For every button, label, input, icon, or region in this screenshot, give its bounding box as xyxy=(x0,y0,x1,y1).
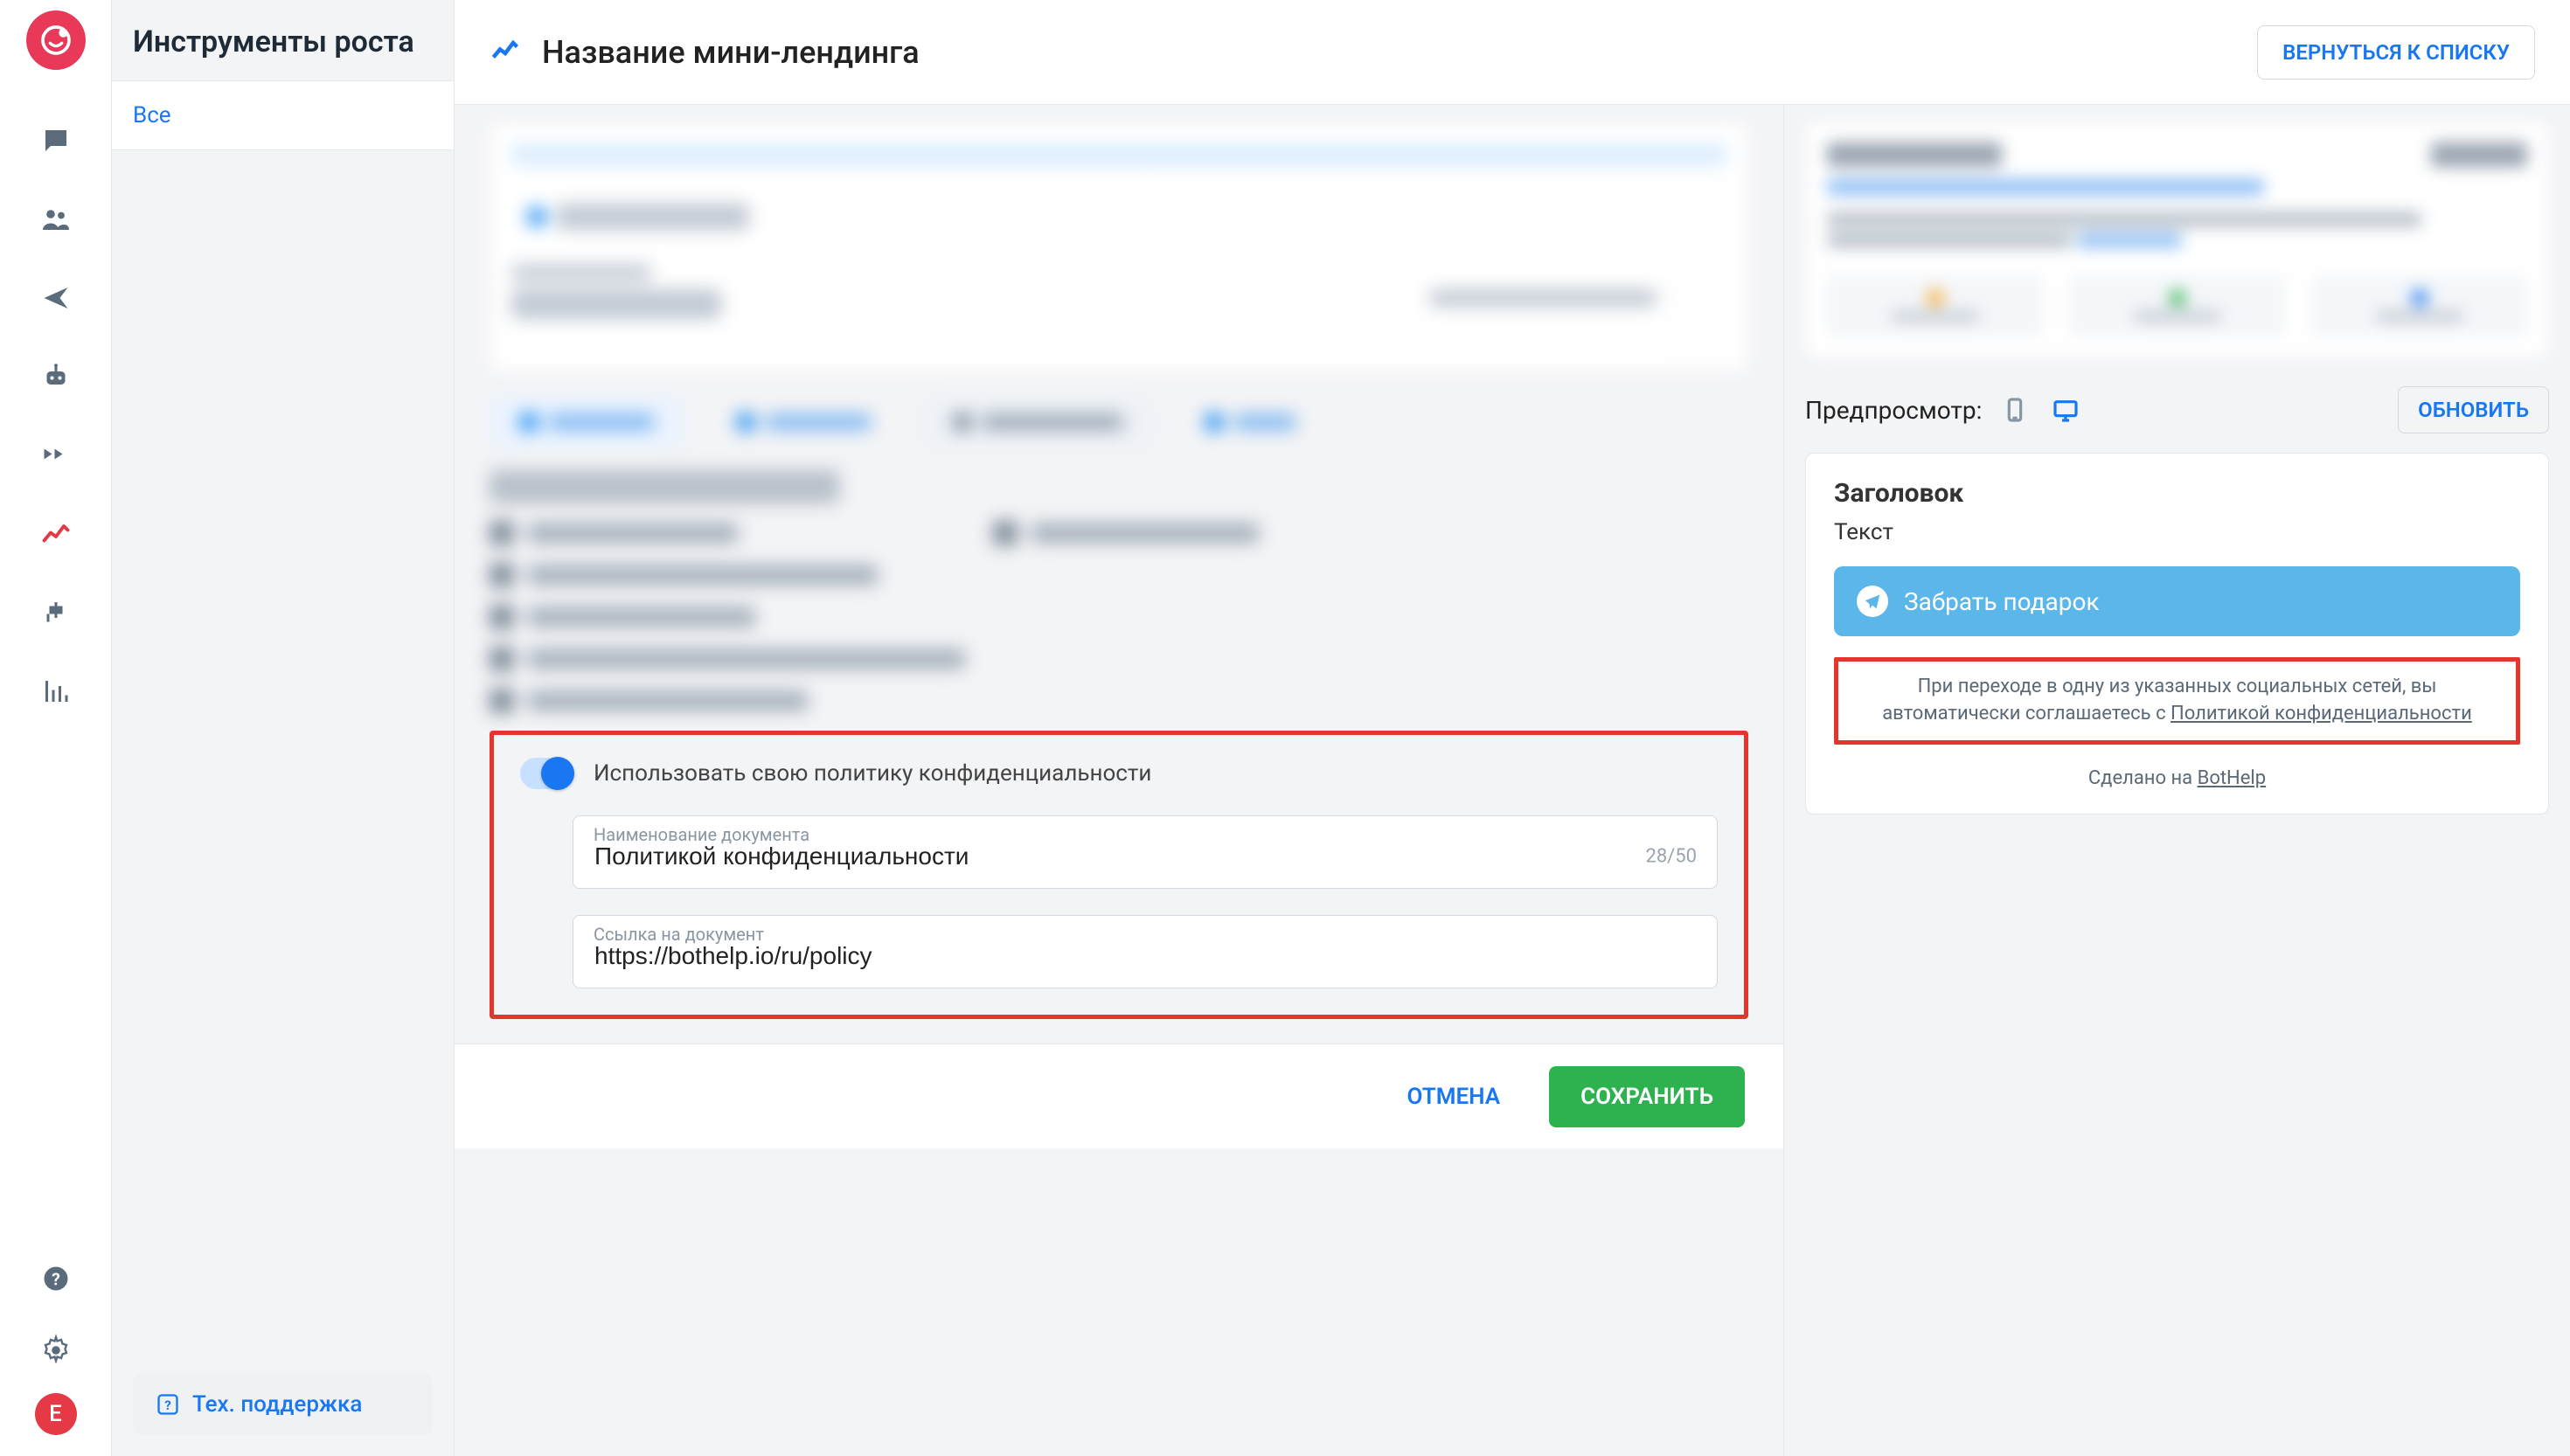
trend-icon xyxy=(490,35,521,70)
preview-label: Предпросмотр: xyxy=(1805,396,1982,425)
app-logo[interactable] xyxy=(26,10,86,70)
nav-plugin-icon[interactable] xyxy=(0,573,112,652)
editor-footer: ОТМЕНА СОХРАНИТЬ xyxy=(455,1043,1783,1148)
back-to-list-button[interactable]: ВЕРНУТЬСЯ К СПИСКУ xyxy=(2257,25,2535,80)
doclink-field-label: Ссылка на документ xyxy=(594,924,764,945)
docname-field-label: Наименование документа xyxy=(594,824,809,845)
preview-made-on: Сделано на BotHelp xyxy=(1834,767,2520,789)
preview-card: Заголовок Текст Забрать подарок При пере… xyxy=(1805,453,2549,815)
save-button[interactable]: СОХРАНИТЬ xyxy=(1549,1066,1745,1127)
preview-made-text: Сделано на xyxy=(2088,767,2198,789)
support-label: Тех. поддержка xyxy=(192,1391,362,1418)
nav-help-icon[interactable]: ? xyxy=(0,1243,112,1314)
blurred-summary-card xyxy=(1805,121,2549,358)
support-button[interactable]: ? Тех. поддержка xyxy=(133,1374,433,1435)
nav-settings-icon[interactable] xyxy=(0,1314,112,1386)
docname-counter: 28/50 xyxy=(1645,846,1697,868)
use-own-policy-toggle[interactable] xyxy=(520,758,574,789)
left-panel-title: Инструменты роста xyxy=(112,0,454,80)
user-avatar[interactable]: E xyxy=(35,1393,77,1435)
preview-toolbar: Предпросмотр: ОБНОВИТЬ xyxy=(1805,379,2549,453)
device-desktop-icon[interactable] xyxy=(2048,392,2083,427)
preview-text: Текст xyxy=(1834,519,2520,545)
page-title: Название мини-лендинга xyxy=(542,34,920,71)
preview-cta-label: Забрать подарок xyxy=(1904,587,2100,616)
nav-analytics-icon[interactable] xyxy=(0,652,112,731)
cancel-button[interactable]: ОТМЕНА xyxy=(1385,1068,1524,1126)
svg-text:?: ? xyxy=(164,1397,171,1413)
svg-text:?: ? xyxy=(52,1270,60,1290)
preview-cta-button[interactable]: Забрать подарок xyxy=(1834,566,2520,636)
telegram-icon xyxy=(1857,586,1888,617)
nav-chats-icon[interactable] xyxy=(0,101,112,180)
policy-settings-box: Использовать свою политику конфиденциаль… xyxy=(490,731,1748,1019)
blurred-chips xyxy=(490,397,1748,447)
preview-heading: Заголовок xyxy=(1834,478,2520,509)
preview-consent-box: При переходе в одну из указанных социаль… xyxy=(1834,657,2520,745)
left-panel: Инструменты роста Все ? Тех. поддержка xyxy=(112,0,455,1456)
preview-consent-link[interactable]: Политикой конфиденциальности xyxy=(2171,703,2472,725)
nav-send-icon[interactable] xyxy=(0,259,112,337)
preview-pane: Предпросмотр: ОБНОВИТЬ Заголовок Текст З… xyxy=(1783,105,2570,1456)
editor-pane: Использовать свою политику конфиденциаль… xyxy=(455,105,1783,1456)
nav-rail: ? E xyxy=(0,0,112,1456)
blurred-config-block xyxy=(490,122,1748,372)
topbar: Название мини-лендинга ВЕРНУТЬСЯ К СПИСК… xyxy=(455,0,2570,105)
nav-people-icon[interactable] xyxy=(0,180,112,259)
left-tab-all[interactable]: Все xyxy=(112,81,454,149)
nav-flow-icon[interactable] xyxy=(0,416,112,495)
use-own-policy-label: Использовать свою политику конфиденциаль… xyxy=(594,760,1151,787)
device-mobile-icon[interactable] xyxy=(1997,392,2032,427)
refresh-preview-button[interactable]: ОБНОВИТЬ xyxy=(2398,386,2549,433)
nav-bot-icon[interactable] xyxy=(0,337,112,416)
nav-growth-icon[interactable] xyxy=(0,495,112,573)
preview-made-link[interactable]: BotHelp xyxy=(2198,767,2267,789)
blurred-section-heading xyxy=(490,470,839,503)
